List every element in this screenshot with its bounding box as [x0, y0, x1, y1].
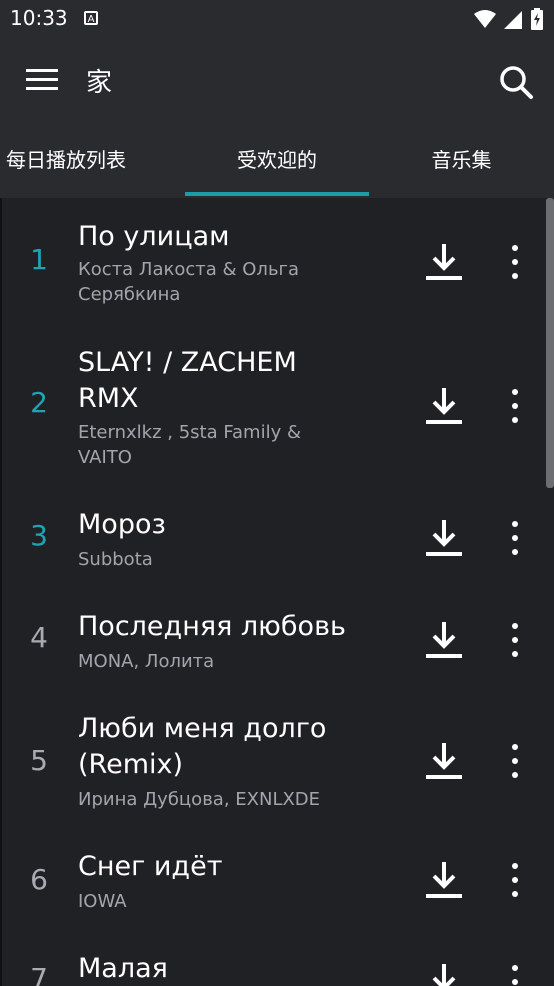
song-artist: Коста Лакоста & Ольга — [78, 259, 300, 280]
song-title: (Remix) — [78, 749, 184, 780]
menu-icon[interactable] — [26, 68, 60, 92]
rank-number: 3 — [30, 519, 48, 552]
download-icon[interactable] — [422, 384, 466, 428]
more-options-icon[interactable] — [500, 858, 530, 902]
notification-icon: A — [84, 11, 98, 25]
song-title: Малая — [78, 953, 168, 984]
rank-number: 7 — [30, 962, 48, 986]
list-item[interactable]: 1 По улицам Коста Лакоста & Ольга Серябк… — [0, 198, 546, 305]
list-item[interactable]: 2 SLAY! / ZACHEM RMX Eternxlkz , 5sta Fa… — [0, 334, 546, 484]
download-icon[interactable] — [422, 240, 466, 284]
status-bar: 10:33 A — [0, 0, 554, 38]
wifi-icon — [474, 10, 496, 28]
download-icon[interactable] — [422, 516, 466, 560]
song-artist: Eternxlkz , 5sta Family & — [78, 422, 302, 443]
scrollbar[interactable] — [546, 198, 554, 488]
more-options-icon[interactable] — [500, 240, 530, 284]
status-time: 10:33 — [10, 6, 68, 30]
more-options-icon[interactable] — [500, 384, 530, 428]
download-icon[interactable] — [422, 739, 466, 783]
status-icons — [474, 8, 544, 30]
song-artist: Subbota — [78, 549, 153, 570]
list-item[interactable]: 6 Снег идёт IOWA — [0, 842, 546, 932]
song-artist: IOWA — [78, 891, 127, 912]
tab-albums[interactable]: 音乐集 — [369, 122, 554, 198]
tab-popular[interactable]: 受欢迎的 — [185, 122, 369, 198]
more-options-icon[interactable] — [500, 516, 530, 560]
battery-icon — [531, 8, 543, 30]
more-options-icon[interactable] — [500, 739, 530, 783]
rank-number: 2 — [30, 386, 48, 419]
more-options-icon[interactable] — [500, 618, 530, 662]
rank-number: 1 — [30, 243, 48, 276]
song-title: Последняя любовь — [78, 611, 346, 642]
app-bar: 家 — [0, 38, 554, 122]
list-item[interactable]: 3 Мороз Subbota — [0, 498, 546, 588]
song-artist: Ирина Дубцова, EXNLXDE — [78, 789, 321, 810]
tab-daily-playlist[interactable]: 每日播放列表 — [0, 122, 185, 198]
search-icon[interactable] — [496, 62, 536, 102]
song-title: Мороз — [78, 509, 166, 540]
song-title: По улицам — [78, 221, 230, 252]
download-icon[interactable] — [422, 960, 466, 986]
song-title: RMX — [78, 383, 139, 414]
download-icon[interactable] — [422, 858, 466, 902]
song-list: 1 По улицам Коста Лакоста & Ольга Серябк… — [0, 198, 554, 986]
list-item[interactable]: 7 Малая — [0, 948, 546, 986]
page-title: 家 — [86, 68, 113, 98]
list-item[interactable]: 5 Люби меня долго (Remix) Ирина Дубцова,… — [0, 702, 546, 822]
song-title: Снег идёт — [78, 851, 223, 882]
tab-bar: 每日播放列表 受欢迎的 音乐集 — [0, 122, 554, 198]
download-icon[interactable] — [422, 618, 466, 662]
tab-indicator — [185, 192, 369, 196]
song-artist: VAITO — [78, 447, 132, 468]
song-artist: Серябкина — [78, 284, 181, 305]
rank-number: 4 — [30, 621, 48, 654]
rank-number: 5 — [30, 744, 48, 777]
song-title: Люби меня долго — [78, 713, 327, 744]
signal-icon — [504, 11, 522, 29]
rank-number: 6 — [30, 863, 48, 896]
song-title: SLAY! / ZACHEM — [78, 347, 297, 378]
song-artist: MONA, Лолита — [78, 651, 215, 672]
list-item[interactable]: 4 Последняя любовь MONA, Лолита — [0, 600, 546, 690]
more-options-icon[interactable] — [500, 960, 530, 986]
